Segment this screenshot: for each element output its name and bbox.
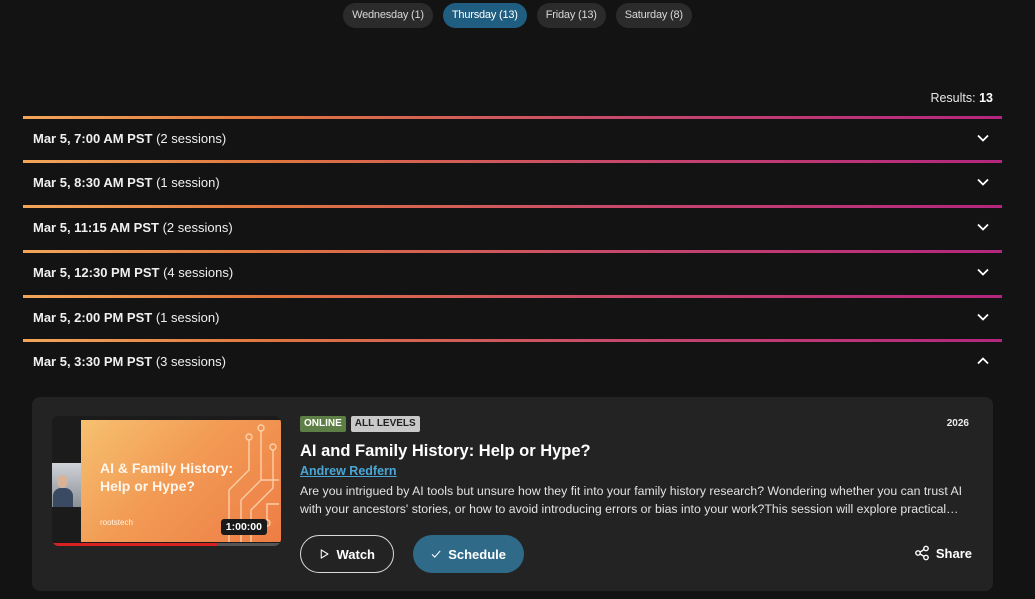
- video-thumbnail[interactable]: AI & Family History: Help or Hype? roots…: [52, 416, 281, 546]
- slide-title: AI & Family History: Help or Hype?: [100, 460, 234, 494]
- results-label: Results:: [930, 91, 976, 105]
- watch-button[interactable]: Watch: [300, 535, 394, 573]
- watch-progress-fill: [52, 543, 217, 546]
- slot-sessions: (2 sessions): [162, 220, 233, 235]
- check-icon: [431, 550, 441, 558]
- slot-divider: [23, 116, 1002, 119]
- play-icon: [320, 549, 329, 559]
- session-year: 2026: [946, 418, 969, 429]
- tab-thursday[interactable]: Thursday (13): [442, 3, 527, 28]
- share-icon: [914, 545, 929, 561]
- slot-time: Mar 5, 2:00 PM PST: [33, 310, 153, 325]
- slot-sessions: (4 sessions): [163, 265, 234, 280]
- day-tabs: Wednesday (1) Thursday (13) Friday (13) …: [0, 3, 1035, 28]
- presenter-head: [57, 475, 68, 488]
- slot-label: Mar 5, 11:15 AM PST (2 sessions): [33, 220, 233, 235]
- time-slot-5[interactable]: Mar 5, 2:00 PM PST (1 session): [23, 295, 1002, 340]
- slot-label: Mar 5, 3:30 PM PST (3 sessions): [33, 354, 226, 369]
- chevron-down-icon[interactable]: [976, 131, 990, 145]
- results-number: 13: [979, 91, 993, 105]
- session-description: Are you intrigued by AI tools but unsure…: [300, 484, 963, 516]
- chevron-down-icon[interactable]: [976, 220, 990, 234]
- slot-divider: [23, 160, 1002, 163]
- session-title[interactable]: AI and Family History: Help or Hype?: [300, 442, 591, 461]
- slot-label: Mar 5, 8:30 AM PST (1 session): [33, 175, 220, 190]
- chevron-down-icon[interactable]: [976, 265, 990, 279]
- slot-label: Mar 5, 2:00 PM PST (1 session): [33, 310, 219, 325]
- slot-label: Mar 5, 12:30 PM PST (4 sessions): [33, 265, 233, 280]
- share-button[interactable]: Share: [914, 545, 972, 561]
- slot-label: Mar 5, 7:00 AM PST (2 sessions): [33, 131, 226, 146]
- slot-time: Mar 5, 11:15 AM PST: [33, 220, 159, 235]
- presenter-camera: [52, 463, 81, 507]
- watch-label: Watch: [336, 546, 375, 562]
- time-slot-1[interactable]: Mar 5, 7:00 AM PST (2 sessions): [23, 116, 1002, 161]
- slot-time: Mar 5, 7:00 AM PST: [33, 131, 153, 146]
- slot-time: Mar 5, 12:30 PM PST: [33, 265, 160, 280]
- level-badge: ALL LEVELS: [350, 416, 420, 432]
- session-card: AI & Family History: Help or Hype? roots…: [32, 397, 993, 591]
- schedule-label: Schedule: [448, 546, 506, 562]
- video-duration: 1:00:00: [220, 519, 267, 535]
- presenter-body: [53, 488, 73, 507]
- chevron-down-icon[interactable]: [976, 310, 990, 324]
- slot-sessions: (2 sessions): [156, 131, 227, 146]
- brand-logo: rootstech: [100, 518, 133, 527]
- online-badge: ONLINE: [300, 416, 346, 432]
- slot-divider: [23, 205, 1002, 208]
- watch-progress: [52, 543, 281, 546]
- chevron-up-icon[interactable]: [976, 354, 990, 368]
- time-slot-6[interactable]: Mar 5, 3:30 PM PST (3 sessions): [23, 339, 1002, 384]
- schedule-button[interactable]: Schedule: [413, 535, 524, 573]
- time-slot-4[interactable]: Mar 5, 12:30 PM PST (4 sessions): [23, 250, 1002, 295]
- share-label: Share: [935, 545, 972, 561]
- slot-divider: [23, 339, 1002, 342]
- time-slot-3[interactable]: Mar 5, 11:15 AM PST (2 sessions): [23, 205, 1002, 250]
- time-slot-2[interactable]: Mar 5, 8:30 AM PST (1 session): [23, 160, 1002, 205]
- slot-time: Mar 5, 8:30 AM PST: [33, 175, 153, 190]
- speaker-link[interactable]: Andrew Redfern: [300, 464, 397, 478]
- tab-wednesday[interactable]: Wednesday (1): [343, 3, 433, 28]
- slot-divider: [23, 250, 1002, 253]
- slot-sessions: (1 session): [155, 310, 220, 325]
- tab-saturday[interactable]: Saturday (8): [615, 3, 692, 28]
- session-badges: ONLINE ALL LEVELS: [300, 416, 420, 432]
- slot-sessions: (3 sessions): [155, 354, 226, 369]
- tab-friday[interactable]: Friday (13): [536, 3, 606, 28]
- slot-time: Mar 5, 3:30 PM PST: [33, 354, 153, 369]
- chevron-down-icon[interactable]: [976, 175, 990, 189]
- results-count: Results: 13: [930, 91, 993, 105]
- slot-divider: [23, 295, 1002, 298]
- slot-sessions: (1 session): [156, 175, 220, 190]
